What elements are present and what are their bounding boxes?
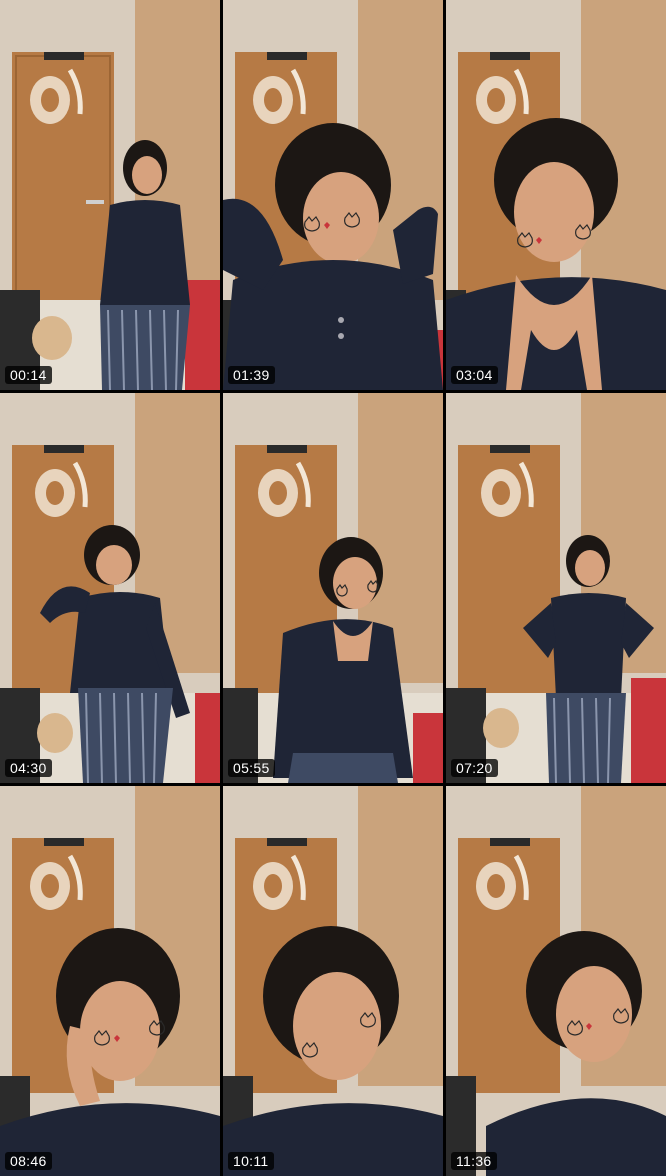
thumbnail-2[interactable]: 01:39 (223, 0, 443, 390)
video-timestamp: 10:11 (228, 1152, 274, 1170)
video-frame-closeup-hand (223, 0, 443, 390)
video-frame-closeup-hand (0, 786, 220, 1176)
video-frame-standing (0, 0, 220, 390)
thumbnail-9[interactable]: 11:36 (446, 786, 666, 1176)
video-timestamp: 00:14 (5, 366, 52, 384)
thumbnail-7[interactable]: 08:46 (0, 786, 220, 1176)
video-frame-closeup (446, 0, 666, 390)
video-timestamp: 04:30 (5, 759, 52, 777)
thumbnail-8[interactable]: 10:11 (223, 786, 443, 1176)
video-timestamp: 08:46 (5, 1152, 52, 1170)
thumbnail-5[interactable]: 05:55 (223, 393, 443, 783)
thumbnail-1[interactable]: 00:14 (0, 0, 220, 390)
video-frame-closeup (223, 786, 443, 1176)
video-thumbnail-grid: 00:14 01:39 03:04 04:30 05:55 07:20 08:4… (0, 0, 666, 1176)
video-frame-closeup (446, 786, 666, 1176)
thumbnail-6[interactable]: 07:20 (446, 393, 666, 783)
video-frame-mid (223, 393, 443, 783)
thumbnail-3[interactable]: 03:04 (446, 0, 666, 390)
video-timestamp: 01:39 (228, 366, 275, 384)
video-timestamp: 05:55 (228, 759, 275, 777)
video-frame-arm-up (0, 393, 220, 783)
video-timestamp: 03:04 (451, 366, 498, 384)
video-timestamp: 11:36 (451, 1152, 497, 1170)
video-timestamp: 07:20 (451, 759, 498, 777)
thumbnail-4[interactable]: 04:30 (0, 393, 220, 783)
video-frame-hands-hips (446, 393, 666, 783)
